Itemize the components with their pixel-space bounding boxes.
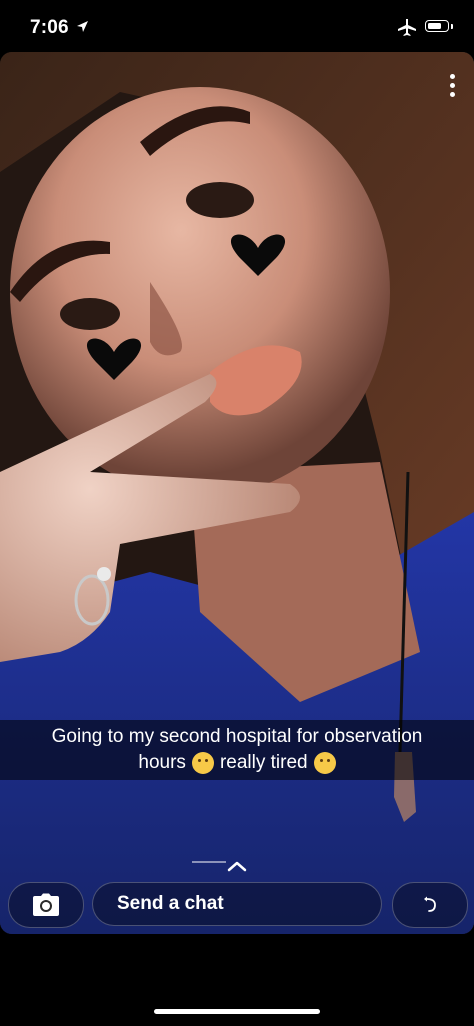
camera-button[interactable] — [8, 882, 84, 928]
battery-level — [427, 22, 441, 29]
reply-button[interactable] — [392, 882, 468, 928]
snap-photo[interactable]: Going to my second hospital for observat… — [0, 52, 474, 934]
camera-icon — [33, 893, 59, 916]
battery-nub — [451, 24, 453, 29]
caption-line-1: Going to my second hospital for observat… — [51, 726, 423, 747]
home-indicator[interactable] — [154, 1009, 320, 1014]
chevron-up-icon[interactable] — [227, 860, 247, 872]
caption-text-hours: hours — [138, 752, 186, 773]
more-vertical-icon[interactable] — [448, 74, 456, 104]
caption-text-tired: really tired — [219, 752, 308, 773]
reply-arrow-icon — [424, 896, 436, 912]
swipe-hint-line — [192, 861, 226, 863]
send-chat-input[interactable]: Send a chat — [92, 882, 382, 926]
yawning-face-emoji — [313, 752, 336, 774]
battery-icon — [425, 20, 449, 32]
selfie-image — [0, 52, 474, 934]
caption-line-2: hours really tired — [138, 750, 336, 776]
snap-caption: Going to my second hospital for observat… — [0, 720, 474, 780]
status-time: 7:06 — [30, 17, 69, 38]
location-arrow-icon — [77, 21, 88, 32]
status-bar: 7:06 — [0, 0, 474, 52]
airplane-icon — [398, 19, 416, 36]
partying-face-emoji — [191, 752, 214, 774]
chat-placeholder: Send a chat — [117, 893, 224, 914]
